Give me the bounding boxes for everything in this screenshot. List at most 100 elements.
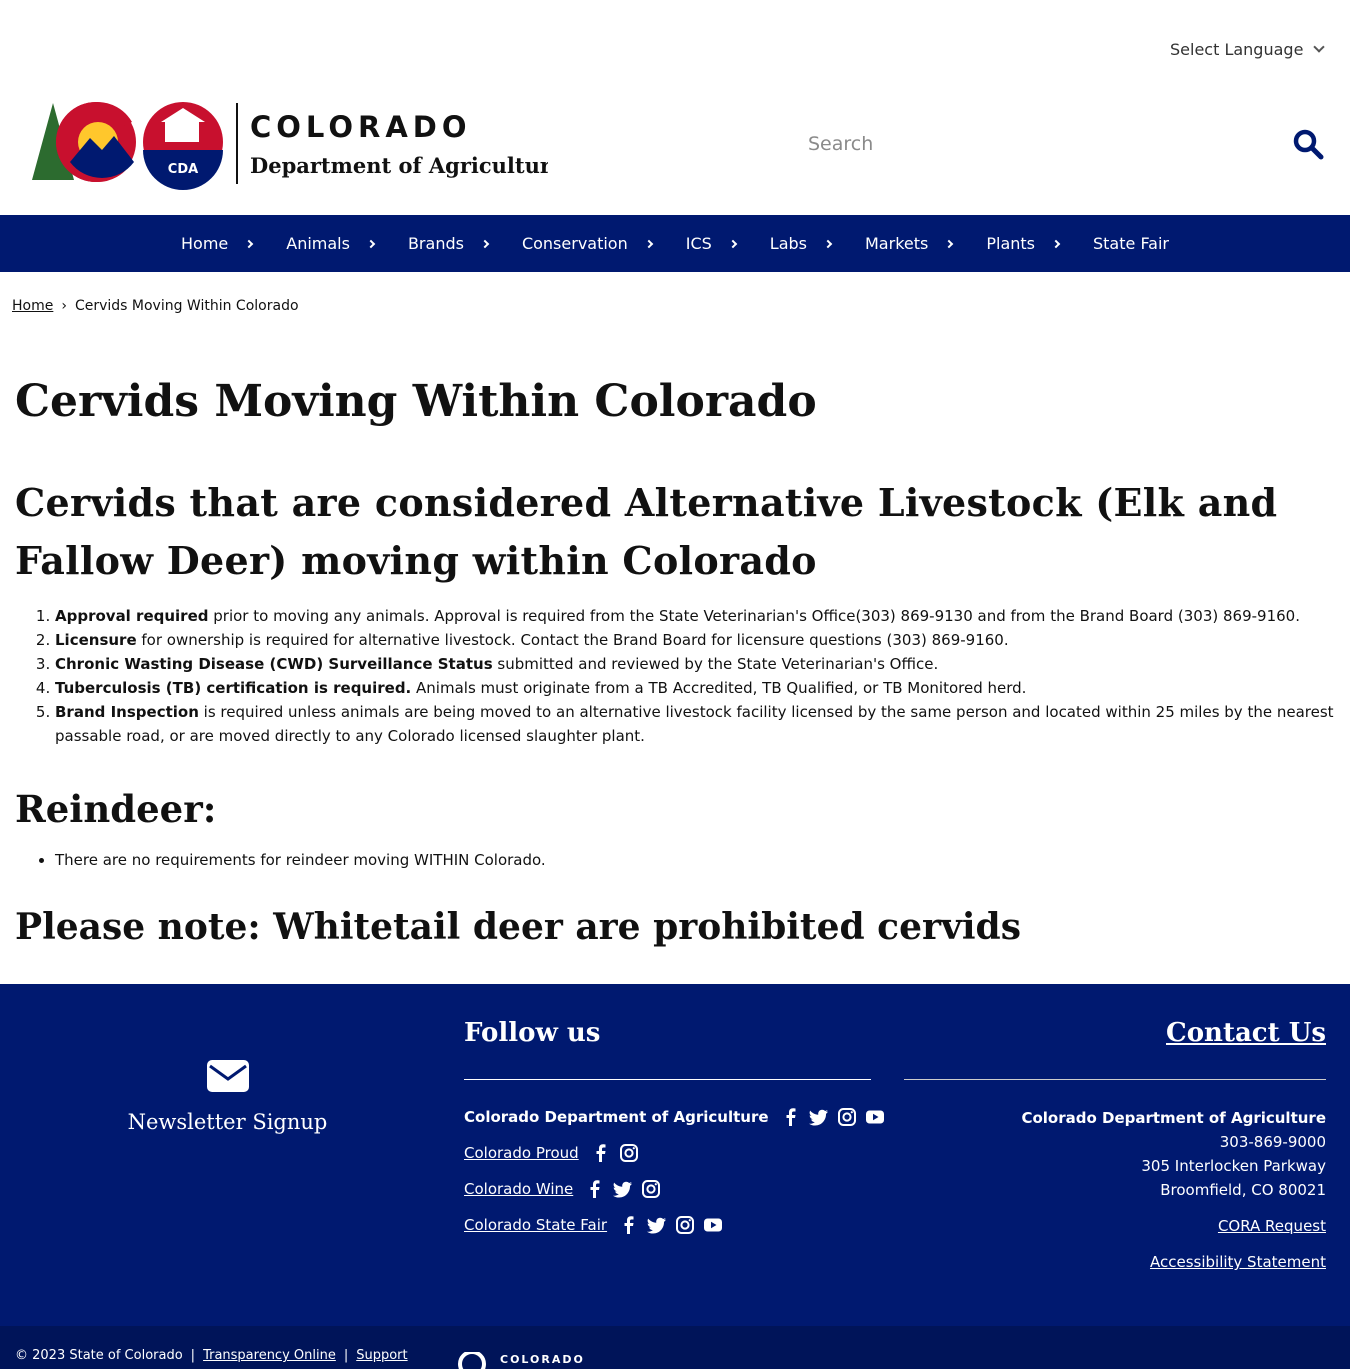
main-nav: Home Animals Brands Conservation ICS Lab… — [0, 215, 1350, 272]
cora-request-link[interactable]: CORA Request — [1021, 1214, 1326, 1238]
note-heading: Please note: Whitetail deer are prohibit… — [15, 906, 1021, 948]
list-item: There are no requirements for reindeer m… — [55, 848, 1335, 872]
nav-item-brands[interactable]: Brands — [396, 234, 510, 253]
bottom-bar: © 2023 State of Colorado | Transparency … — [0, 1326, 1350, 1369]
divider — [464, 1079, 871, 1080]
separator: | — [343, 1348, 349, 1363]
facebook-icon[interactable] — [585, 1179, 605, 1199]
section-heading: Cervids that are considered Alternative … — [15, 480, 1278, 583]
twitter-icon[interactable] — [808, 1107, 829, 1127]
chevron-right-icon — [245, 239, 254, 248]
breadcrumb-current: Cervids Moving Within Colorado — [74, 298, 299, 314]
breadcrumb-separator: › — [61, 298, 67, 314]
nav-item-ics[interactable]: ICS — [674, 234, 758, 253]
language-select[interactable]: Select Language — [1170, 40, 1326, 59]
social-link[interactable]: Colorado Wine — [464, 1180, 573, 1198]
social-row-colorado-proud: Colorado Proud — [464, 1143, 639, 1163]
contact-org: Colorado Department of Agriculture — [1021, 1109, 1326, 1127]
newsletter-label: Newsletter Signup — [127, 1110, 328, 1134]
nav-item-conservation[interactable]: Conservation — [510, 234, 674, 253]
instagram-icon[interactable] — [675, 1215, 695, 1235]
nav-item-label: ICS — [685, 234, 712, 253]
list-item-bold: Chronic Wasting Disease (CWD) Surveillan… — [55, 655, 493, 673]
social-link[interactable]: Colorado Proud — [464, 1144, 579, 1162]
copyright: © 2023 State of Colorado — [15, 1348, 183, 1363]
transparency-online-link[interactable]: Transparency Online — [203, 1348, 336, 1363]
list-item: Tuberculosis (TB) certification is requi… — [55, 676, 1335, 700]
newsletter-signup-link[interactable]: Newsletter Signup — [120, 1060, 335, 1134]
separator: | — [190, 1348, 196, 1363]
contact-address-line2: Broomfield, CO 80021 — [1160, 1181, 1326, 1199]
nav-item-label: Conservation — [521, 234, 628, 253]
logo-badge-text: CDA — [168, 162, 198, 177]
logo-wordmark: COLORADO — [250, 110, 472, 144]
list-item: Brand Inspection is required unless anim… — [55, 700, 1335, 748]
chevron-down-icon — [1313, 41, 1326, 53]
list-item: Approval required prior to moving any an… — [55, 604, 1335, 628]
list-item-bold: Tuberculosis (TB) certification is requi… — [55, 679, 412, 697]
list-item-bold: Licensure — [55, 631, 137, 649]
nav-item-label: Home — [181, 234, 229, 253]
twitter-icon[interactable] — [647, 1215, 667, 1235]
chevron-right-icon — [823, 239, 833, 248]
facebook-icon[interactable] — [619, 1215, 639, 1235]
youtube-icon[interactable] — [865, 1107, 885, 1127]
breadcrumb: Home › Cervids Moving Within Colorado — [12, 298, 299, 314]
accessibility-statement-link[interactable]: Accessibility Statement — [1021, 1250, 1326, 1274]
nav-item-label: Markets — [865, 234, 929, 253]
chevron-right-icon — [366, 239, 376, 248]
breadcrumb-home-link[interactable]: Home — [12, 298, 53, 314]
facebook-icon[interactable] — [781, 1107, 801, 1127]
nav-item-label: Plants — [986, 234, 1035, 253]
divider — [904, 1079, 1326, 1080]
list-item-text: is required unless animals are being mov… — [55, 703, 1334, 745]
list-item-text: prior to moving any animals. Approval is… — [208, 607, 1300, 625]
page-title: Cervids Moving Within Colorado — [15, 376, 817, 427]
instagram-icon[interactable] — [837, 1107, 857, 1127]
search-icon[interactable] — [1292, 128, 1324, 160]
contact-phone: 303-869-9000 — [1219, 1133, 1326, 1151]
nav-item-markets[interactable]: Markets — [853, 234, 974, 253]
contact-address-line1: 305 Interlocken Parkway — [1141, 1157, 1326, 1175]
social-row-cda: Colorado Department of Agriculture — [464, 1107, 885, 1127]
nav-item-labs[interactable]: Labs — [758, 234, 853, 253]
nav-item-label: Labs — [769, 234, 807, 253]
contact-us-link[interactable]: Contact Us — [1166, 1018, 1326, 1048]
bottom-links: © 2023 State of Colorado | Transparency … — [15, 1348, 408, 1363]
chevron-right-icon — [728, 239, 738, 248]
nav-item-home[interactable]: Home — [169, 234, 274, 253]
list-item-text: submitted and reviewed by the State Vete… — [492, 655, 939, 673]
support-link[interactable]: Support — [356, 1348, 407, 1363]
main-content: Cervids Moving Within Colorado Cervids t… — [15, 372, 1335, 952]
facebook-icon[interactable] — [591, 1143, 611, 1163]
chevron-right-icon — [644, 239, 653, 248]
nav-item-label: Brands — [407, 234, 464, 253]
list-item: Licensure for ownership is required for … — [55, 628, 1335, 652]
list-item-bold: Brand Inspection — [55, 703, 199, 721]
nav-item-plants[interactable]: Plants — [974, 234, 1081, 253]
logo-subtitle: Department of Agriculture — [250, 153, 548, 178]
state-logo-text: COLORADO — [500, 1353, 585, 1366]
list-item-text: Animals must originate from a TB Accredi… — [411, 679, 1027, 697]
nav-item-state-fair[interactable]: State Fair — [1081, 234, 1181, 253]
reindeer-heading: Reindeer: — [15, 787, 217, 831]
nav-item-label: State Fair — [1093, 234, 1169, 253]
instagram-icon[interactable] — [641, 1179, 661, 1199]
language-select-label: Select Language — [1170, 40, 1304, 59]
search-input[interactable] — [808, 124, 1278, 164]
youtube-icon[interactable] — [703, 1215, 723, 1235]
chevron-right-icon — [945, 239, 954, 248]
nav-item-animals[interactable]: Animals — [274, 234, 396, 253]
follow-us-heading: Follow us — [464, 1018, 601, 1048]
twitter-icon[interactable] — [613, 1179, 633, 1199]
social-link[interactable]: Colorado State Fair — [464, 1216, 607, 1234]
chevron-right-icon — [1051, 239, 1061, 248]
footer: Newsletter Signup Follow us Colorado Dep… — [0, 984, 1350, 1326]
instagram-icon[interactable] — [619, 1143, 639, 1163]
list-item-text: for ownership is required for alternativ… — [136, 631, 1009, 649]
envelope-icon — [206, 1060, 249, 1092]
state-of-colorado-logo[interactable]: COLORADO — [456, 1352, 586, 1369]
cda-logo[interactable]: CDA COLORADO Department of Agriculture — [28, 100, 548, 190]
nav-item-label: Animals — [286, 234, 350, 253]
social-row-colorado-wine: Colorado Wine — [464, 1179, 661, 1199]
